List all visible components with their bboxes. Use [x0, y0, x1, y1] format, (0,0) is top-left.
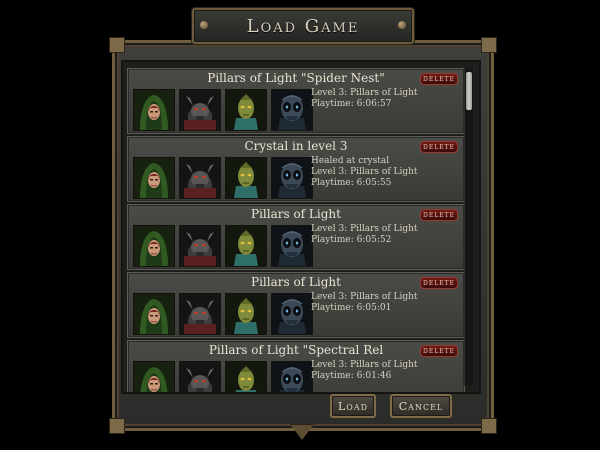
save-detail-line: Level 3: Pillars of Light [311, 360, 418, 370]
frame-corner [481, 418, 497, 434]
delete-button[interactable]: DELETE [420, 73, 458, 85]
delete-button[interactable]: DELETE [420, 345, 458, 357]
scrollbar[interactable] [464, 68, 473, 386]
delete-button[interactable]: DELETE [420, 141, 458, 153]
save-detail-line: Playtime: 6:01:46 [311, 371, 392, 381]
save-title: Crystal in level 3 [244, 139, 348, 153]
hooded-archer-portrait-icon [133, 157, 175, 199]
cancel-button[interactable]: Cancel [390, 394, 452, 418]
save-detail-line: Level 3: Pillars of Light [311, 88, 418, 98]
save-slot[interactable]: Pillars of Light DELETE Level 3: Pillars o… [127, 204, 465, 270]
delete-button[interactable]: DELETE [420, 277, 458, 289]
horned-demon-portrait-icon [179, 89, 221, 131]
frame-corner [481, 37, 497, 53]
reptilian-warrior-portrait-icon [225, 89, 267, 131]
save-detail-line: Level 3: Pillars of Light [311, 167, 418, 177]
dialog-title: Load Game [246, 15, 360, 37]
reptilian-warrior-portrait-icon [225, 157, 267, 199]
horned-demon-portrait-icon [179, 225, 221, 267]
reptilian-warrior-portrait-icon [225, 225, 267, 267]
scroll-thumb[interactable] [466, 72, 472, 110]
save-detail-line: Playtime: 6:06:57 [311, 99, 392, 109]
save-list-panel: Pillars of Light "Spider Nest" DELETE Leve… [121, 60, 481, 394]
alien-skull-portrait-icon [271, 225, 313, 267]
horned-demon-portrait-icon [179, 361, 221, 392]
title-plate: Load Game [192, 8, 414, 44]
alien-skull-portrait-icon [271, 157, 313, 199]
party-portraits [133, 157, 313, 199]
frame-corner [109, 418, 125, 434]
party-portraits [133, 293, 313, 335]
save-details: Level 3: Pillars of Light Playtime: 6:05:… [311, 292, 418, 314]
hooded-archer-portrait-icon [133, 293, 175, 335]
alien-skull-portrait-icon [271, 89, 313, 131]
load-button[interactable]: Load [330, 394, 376, 418]
save-details: Level 3: Pillars of Light Playtime: 6:05:… [311, 224, 418, 246]
save-title: Pillars of Light [251, 207, 341, 221]
save-details: Healed at crystal Level 3: Pillars of Lig… [311, 156, 418, 189]
save-title: Pillars of Light "Spider Nest" [207, 71, 385, 85]
horned-demon-portrait-icon [179, 157, 221, 199]
save-details: Level 3: Pillars of Light Playtime: 6:01:… [311, 360, 418, 382]
save-list: Pillars of Light "Spider Nest" DELETE Leve… [127, 68, 465, 392]
save-slot[interactable]: Crystal in level 3 DELETE Healed at crysta… [127, 136, 465, 202]
reptilian-warrior-portrait-icon [225, 293, 267, 335]
save-detail-line: Playtime: 6:05:01 [311, 303, 392, 313]
save-detail-line: Level 3: Pillars of Light [311, 292, 418, 302]
frame-corner [109, 37, 125, 53]
save-title: Pillars of Light "Spectral Rel [208, 343, 384, 357]
bottom-ornament [290, 424, 314, 440]
hooded-archer-portrait-icon [133, 89, 175, 131]
load-game-screen: Load Game Pillars of Light "Spider Nest"… [0, 0, 600, 450]
reptilian-warrior-portrait-icon [225, 361, 267, 392]
delete-button[interactable]: DELETE [420, 209, 458, 221]
save-slot[interactable]: Pillars of Light "Spectral Rel DELETE Leve… [127, 340, 465, 392]
save-detail-line: Level 3: Pillars of Light [311, 224, 418, 234]
save-detail-line: Playtime: 6:05:52 [311, 235, 392, 245]
rivet-icon [200, 21, 208, 29]
save-slot[interactable]: Pillars of Light "Spider Nest" DELETE Leve… [127, 68, 465, 134]
rivet-icon [398, 21, 406, 29]
save-title: Pillars of Light [251, 275, 341, 289]
save-detail-line: Healed at crystal [311, 156, 390, 166]
alien-skull-portrait-icon [271, 293, 313, 335]
party-portraits [133, 225, 313, 267]
hooded-archer-portrait-icon [133, 361, 175, 392]
alien-skull-portrait-icon [271, 361, 313, 392]
save-slot[interactable]: Pillars of Light DELETE Level 3: Pillars o… [127, 272, 465, 338]
save-details: Level 3: Pillars of Light Playtime: 6:06:… [311, 88, 418, 110]
party-portraits [133, 361, 313, 392]
party-portraits [133, 89, 313, 131]
horned-demon-portrait-icon [179, 293, 221, 335]
save-detail-line: Playtime: 6:05:55 [311, 178, 392, 188]
hooded-archer-portrait-icon [133, 225, 175, 267]
